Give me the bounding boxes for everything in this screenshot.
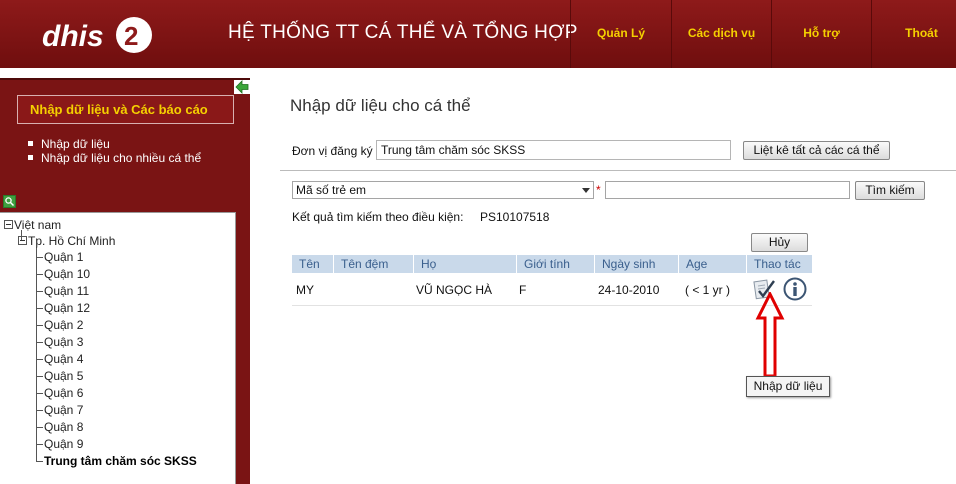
tree-connector [36, 444, 43, 445]
menu-quan-ly[interactable]: Quản Lý [570, 0, 671, 68]
cell-age: ( < 1 yr ) [685, 283, 731, 297]
cell-ten: MY [296, 283, 314, 297]
cell-ho: VŨ NGỌC HÀ [416, 283, 493, 297]
tree-node-unit[interactable]: Quận 7 [44, 403, 83, 417]
tree-node-unit[interactable]: Quận 3 [44, 335, 83, 349]
tree-node-unit[interactable]: Quận 2 [44, 318, 83, 332]
cancel-button[interactable]: Hủy [751, 233, 808, 252]
tree-connector [36, 274, 43, 275]
sidebar-link-nhap-du-lieu[interactable]: Nhập dữ liệu [28, 137, 110, 151]
column-header-ten[interactable]: Tên [292, 255, 334, 273]
column-header-ten-dem[interactable]: Tên đệm [334, 255, 414, 273]
tree-node-label: Tp. Hồ Chí Minh [28, 234, 116, 248]
tree-connector [36, 325, 43, 326]
tree-connector [36, 308, 43, 309]
page-title: Nhập dữ liệu cho cá thể [290, 96, 471, 115]
tree-connector [36, 291, 43, 292]
tree-search-icon[interactable] [3, 195, 16, 208]
dhis2-logo[interactable]: dhis 2 [40, 14, 160, 56]
menu-thoat[interactable]: Thoát [871, 0, 956, 68]
result-value: PS10107518 [480, 210, 550, 224]
tree-node-unit[interactable]: Quận 1 [44, 250, 83, 264]
sidebar-link-nhap-nhieu-ca-the[interactable]: Nhập dữ liệu cho nhiều cá thể [28, 151, 201, 165]
column-header-thao-tac: Thao tác [754, 257, 801, 271]
collapse-toggle-icon[interactable] [4, 220, 13, 230]
tree-node-unit[interactable]: Quận 9 [44, 437, 83, 451]
sidebar-section-title[interactable]: Nhập dữ liệu và Các báo cáo [17, 95, 234, 124]
divider [280, 170, 956, 171]
tree-connector [36, 257, 43, 258]
bullet-icon [28, 141, 33, 147]
tree-node-unit[interactable]: Quận 11 [44, 284, 89, 298]
sidebar-link-label: Nhập dữ liệu cho nhiều cá thể [41, 151, 202, 165]
attribute-select-value: Mã số trẻ em [296, 183, 367, 197]
cell-ngay-sinh: 24-10-2010 [598, 283, 660, 297]
result-label: Kết quả tìm kiếm theo điều kiện: [292, 210, 464, 224]
column-header-ngay-sinh[interactable]: Ngày sinh [595, 255, 679, 273]
attribute-select[interactable]: Mã số trẻ em [292, 181, 594, 199]
required-marker: * [596, 183, 601, 197]
table-row-divider [292, 305, 812, 306]
menu-ho-tro[interactable]: Hỗ trợ [771, 0, 871, 68]
collapse-toggle-icon[interactable] [18, 236, 27, 246]
tree-connector [36, 247, 37, 462]
tree-node-unit[interactable]: Quận 10 [44, 267, 90, 281]
column-header-gioi-tinh[interactable]: Giới tính [517, 255, 595, 273]
list-all-button[interactable]: Liệt kê tất cả các cá thể [743, 141, 890, 160]
tree-connector [36, 410, 43, 411]
annotation-arrow-icon [755, 292, 785, 378]
tree-node-label: Việt nam [14, 218, 62, 232]
tree-connector [36, 359, 43, 360]
tree-connector [36, 427, 43, 428]
search-input[interactable] [605, 181, 850, 199]
tree-node-unit[interactable]: Quận 4 [44, 352, 83, 366]
tree-node-unit[interactable]: Quận 5 [44, 369, 83, 383]
column-header-ho[interactable]: Họ [414, 255, 517, 273]
tree-node-selected[interactable]: Trung tâm chăm sóc SKSS [44, 454, 197, 468]
tree-connector [36, 376, 43, 377]
search-button[interactable]: Tìm kiếm [855, 181, 925, 200]
tree-node-unit[interactable]: Quận 6 [44, 386, 83, 400]
tree-connector [36, 393, 43, 394]
org-unit-field[interactable]: Trung tâm chăm sóc SKSS [376, 140, 731, 160]
menu-cac-dich-vu[interactable]: Các dịch vụ [671, 0, 771, 68]
column-header-age[interactable]: Age [679, 255, 747, 273]
tree-node-city[interactable]: Tp. Hồ Chí Minh [18, 234, 115, 248]
tooltip: Nhập dữ liệu [746, 376, 830, 397]
svg-text:dhis: dhis [42, 20, 104, 53]
bullet-icon [28, 155, 33, 161]
tree-node-unit[interactable]: Quận 8 [44, 420, 83, 434]
collapse-arrow-icon[interactable] [234, 80, 250, 94]
tree-node-unit[interactable]: Quận 12 [44, 301, 90, 315]
cell-gioi-tinh: F [519, 283, 527, 297]
tree-connector [36, 461, 43, 462]
tree-connector [36, 342, 43, 343]
chevron-down-icon [582, 188, 590, 193]
org-unit-label: Đơn vị đăng ký [292, 144, 373, 158]
tree-node-root[interactable]: Việt nam [4, 218, 61, 232]
header-bar: dhis 2 HỆ THỐNG TT CÁ THỂ VÀ TỔNG HỢP Qu… [0, 0, 956, 68]
page: dhis 2 HỆ THỐNG TT CÁ THỂ VÀ TỔNG HỢP Qu… [0, 0, 956, 484]
table-header: Tên Tên đệm Họ Giới tính Ngày sinh Age T… [292, 255, 812, 273]
svg-text:2: 2 [124, 21, 138, 51]
sidebar-link-label: Nhập dữ liệu [41, 137, 110, 151]
app-title: HỆ THỐNG TT CÁ THỂ VÀ TỔNG HỢP [228, 22, 578, 43]
